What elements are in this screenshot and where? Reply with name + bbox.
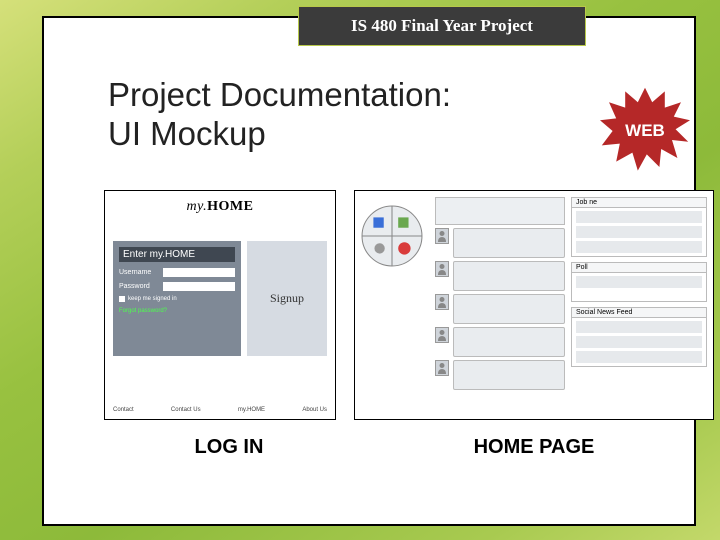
footer-link[interactable]: Contact Us — [171, 407, 201, 413]
login-form: Enter my.HOME Username Password keep me … — [113, 241, 241, 356]
poll-box: Poll — [571, 262, 707, 302]
feed-bubble — [453, 327, 565, 357]
logo-prefix: my. — [187, 199, 208, 214]
social-feed-tab: Social News Feed — [572, 308, 706, 318]
home-caption: HOME PAGE — [354, 436, 714, 459]
avatar-icon — [435, 360, 449, 376]
feed-header-box — [435, 197, 565, 225]
placeholder-bar — [576, 276, 702, 288]
username-input[interactable] — [163, 268, 235, 277]
slide: IS 480 Final Year Project Project Docume… — [0, 0, 720, 540]
avatar-icon — [435, 327, 449, 343]
poll-tab: Poll — [572, 263, 706, 273]
feed-item — [435, 261, 565, 291]
username-label: Username — [119, 269, 159, 276]
placeholder-bar — [576, 211, 702, 223]
feed-item — [435, 228, 565, 258]
login-caption: LOG IN — [104, 436, 354, 459]
feed-bubble — [453, 228, 565, 258]
login-footer: Contact Contact Us my.HOME About Us — [113, 407, 327, 413]
remember-checkbox[interactable]: keep me signed in — [119, 296, 235, 302]
heading-line1: Project Documentation: — [108, 76, 451, 113]
feed-item — [435, 360, 565, 390]
logo-main: HOME — [207, 199, 253, 214]
feed-bubble — [453, 360, 565, 390]
checkbox-icon — [119, 296, 125, 302]
forgot-password-link[interactable]: Forgot password? — [119, 308, 235, 314]
home-side-column: Job ne Poll Social News Feed — [571, 197, 707, 413]
username-field: Username — [119, 268, 235, 277]
placeholder-bar — [576, 241, 702, 253]
course-banner: IS 480 Final Year Project — [298, 6, 586, 46]
login-mockup: my.HOME Enter my.HOME Username Password — [104, 190, 336, 420]
circle-nav-icon[interactable] — [361, 205, 423, 267]
jobs-box: Job ne — [571, 197, 707, 257]
login-logo: my.HOME — [105, 199, 335, 215]
course-banner-text: IS 480 Final Year Project — [351, 16, 533, 36]
remember-label: keep me signed in — [128, 296, 177, 302]
footer-link[interactable]: About Us — [302, 407, 327, 413]
avatar-icon — [435, 228, 449, 244]
password-input[interactable] — [163, 282, 235, 291]
footer-link[interactable]: my.HOME — [238, 407, 265, 413]
feed-item — [435, 294, 565, 324]
heading-line2: UI Mockup — [108, 115, 266, 152]
feed-bubble — [453, 294, 565, 324]
mockup-panels: my.HOME Enter my.HOME Username Password — [104, 190, 720, 420]
login-form-title: Enter my.HOME — [119, 247, 235, 262]
placeholder-bar — [576, 351, 702, 363]
slide-heading: Project Documentation: UI Mockup — [108, 76, 451, 154]
homepage-mockup: Job ne Poll Social News Feed — [354, 190, 714, 420]
web-badge: WEB — [590, 86, 700, 176]
feed-item — [435, 327, 565, 357]
password-label: Password — [119, 283, 159, 290]
web-badge-label: WEB — [590, 86, 700, 176]
signup-button[interactable]: Signup — [247, 241, 327, 356]
password-field: Password — [119, 282, 235, 291]
avatar-icon — [435, 261, 449, 277]
home-nav-column — [361, 197, 429, 413]
avatar-icon — [435, 294, 449, 310]
jobs-tab: Job ne — [572, 198, 706, 208]
home-feed-column — [435, 197, 565, 413]
placeholder-bar — [576, 321, 702, 333]
footer-link[interactable]: Contact — [113, 407, 134, 413]
social-feed-box: Social News Feed — [571, 307, 707, 367]
feed-bubble — [453, 261, 565, 291]
slide-body: Project Documentation: UI Mockup WEB my.… — [42, 16, 696, 526]
placeholder-bar — [576, 336, 702, 348]
captions-row: LOG IN HOME PAGE — [104, 436, 720, 459]
placeholder-bar — [576, 226, 702, 238]
